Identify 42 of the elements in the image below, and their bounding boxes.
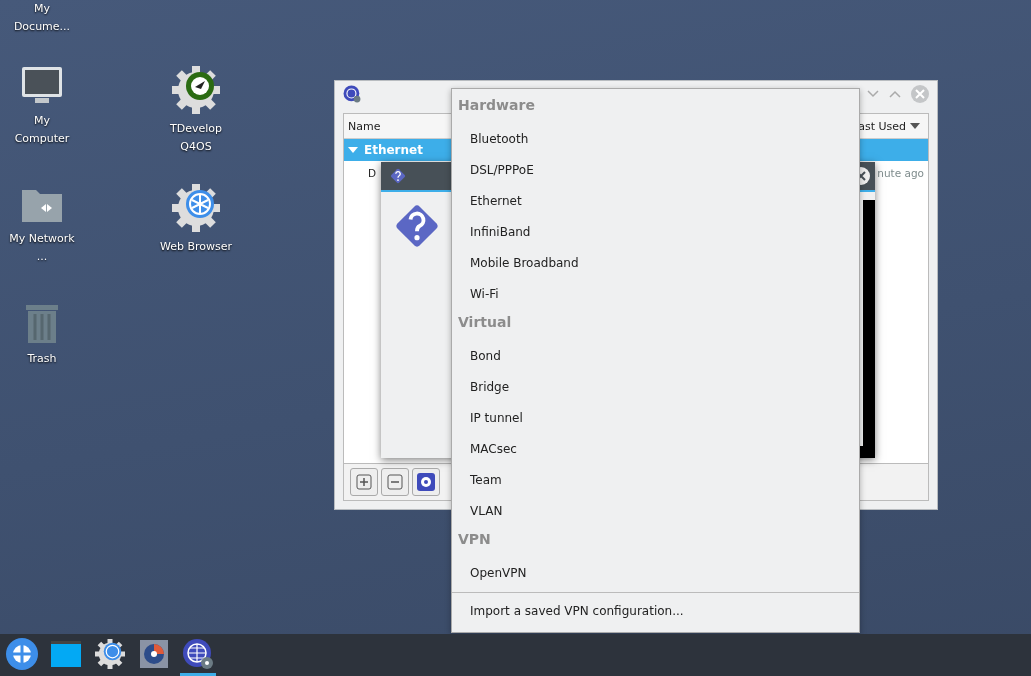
menu-item[interactable]: OpenVPN bbox=[452, 558, 859, 589]
gear-icon bbox=[172, 66, 220, 114]
globe-gear-icon bbox=[172, 184, 220, 232]
desktop-icon-label[interactable]: Web Browser bbox=[159, 238, 233, 256]
menu-item[interactable]: IP tunnel bbox=[452, 403, 859, 434]
desktop-icon-label[interactable]: My Computer bbox=[5, 112, 79, 148]
menu-item[interactable]: Bridge bbox=[452, 372, 859, 403]
column-header[interactable]: Name bbox=[344, 119, 385, 133]
menu-section-title: Hardware bbox=[457, 96, 536, 115]
desktop-icon-label[interactable]: TDevelop Q4OS bbox=[159, 120, 233, 156]
menu-item[interactable]: VLAN bbox=[452, 496, 859, 527]
trash-icon bbox=[24, 302, 60, 344]
table-cell: D bbox=[368, 167, 377, 179]
monitor-icon bbox=[21, 66, 63, 106]
menu-item[interactable]: Ethernet bbox=[452, 186, 859, 217]
desktop-icon-label[interactable]: My Docume... bbox=[5, 0, 79, 36]
table-cell: nute ago bbox=[877, 167, 924, 179]
menu-item[interactable]: InfiniBand bbox=[452, 217, 859, 248]
menu-item[interactable]: Wi-Fi bbox=[452, 279, 859, 310]
window-icon[interactable] bbox=[51, 640, 81, 667]
sort-arrow-icon bbox=[910, 123, 920, 129]
minus-icon bbox=[387, 474, 403, 490]
menu-item[interactable]: DSL/PPPoE bbox=[452, 155, 859, 186]
plus-icon bbox=[356, 474, 372, 490]
menu-section-title: VPN bbox=[457, 530, 492, 549]
globe-gear-icon[interactable] bbox=[95, 638, 125, 669]
network-settings-icon bbox=[343, 85, 361, 103]
settings-button[interactable] bbox=[412, 468, 440, 496]
menu-item[interactable]: Bluetooth bbox=[452, 124, 859, 155]
desktop-icon-label[interactable]: Trash bbox=[5, 350, 79, 368]
remove-button[interactable] bbox=[381, 468, 409, 496]
add-button[interactable] bbox=[350, 468, 378, 496]
network-settings-icon[interactable] bbox=[182, 637, 214, 670]
desktop-icon-label[interactable]: My Network ... bbox=[5, 230, 79, 266]
menu-item[interactable]: MACsec bbox=[452, 434, 859, 465]
menu-item[interactable]: Bond bbox=[452, 341, 859, 372]
pie-chart-icon[interactable] bbox=[140, 639, 168, 668]
settings-icon bbox=[417, 473, 435, 491]
launcher-icon[interactable] bbox=[6, 637, 38, 670]
menu-item[interactable]: Import a saved VPN configuration... bbox=[452, 596, 859, 627]
menu-item[interactable]: Mobile Broadband bbox=[452, 248, 859, 279]
menu-section-title: Virtual bbox=[457, 313, 513, 332]
